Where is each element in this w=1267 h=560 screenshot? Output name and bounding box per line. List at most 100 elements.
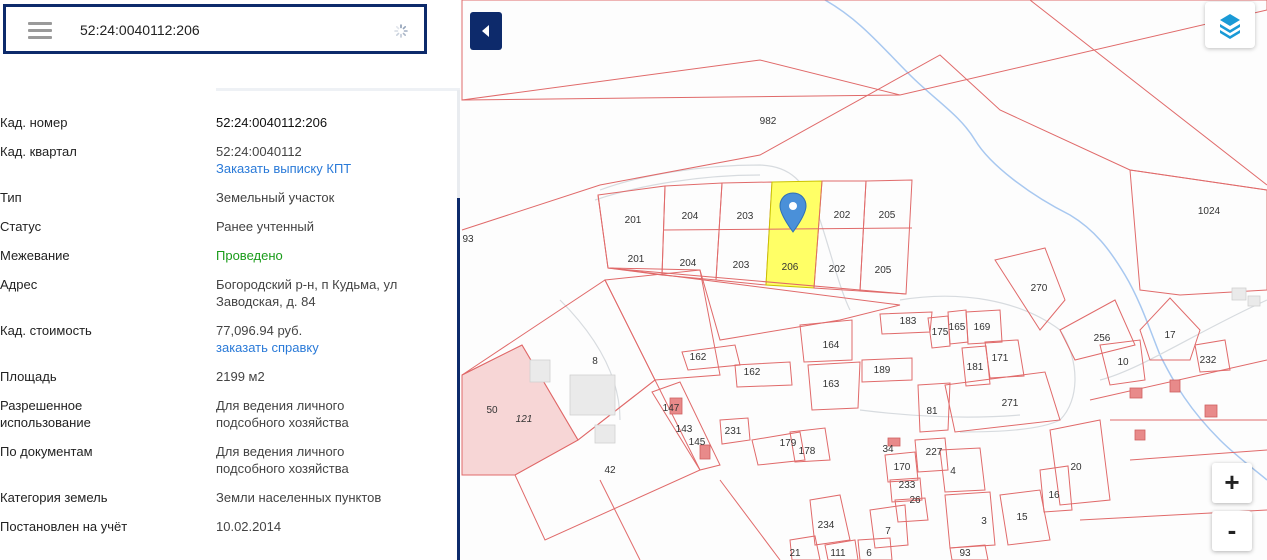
plot-label: 234 [818, 520, 835, 531]
plot-label: 162 [690, 352, 707, 363]
plot-label: 204 [682, 211, 699, 222]
plot-label: 3 [981, 516, 987, 527]
detail-value: Проведено [216, 248, 283, 263]
info-panel: Кад. номер 52:24:0040112:206 Кад. кварта… [0, 0, 460, 560]
plot-label: 202 [834, 210, 851, 221]
plot-label: 233 [899, 480, 916, 491]
plot-label: 7 [885, 526, 891, 537]
plot-label: 164 [823, 340, 840, 351]
plot-6 [857, 537, 893, 560]
plot-label: 175 [932, 327, 949, 338]
detail-value: Земли населенных пунктов [216, 490, 382, 505]
detail-label: Разрешенное использование [0, 398, 91, 430]
plot-label: 121 [516, 414, 533, 425]
plot-labels: 982 1024 93 201 204 203 206 202 205 270 … [462, 116, 1220, 559]
collapse-panel-button[interactable] [470, 12, 502, 50]
plot-label: 81 [926, 406, 938, 417]
plot-label: 205 [875, 265, 892, 276]
detail-label: Межевание [0, 248, 70, 263]
plot-label: 206 [782, 262, 799, 273]
order-certificate-link[interactable]: заказать справку [216, 339, 436, 356]
detail-value: Ранее учтенный [216, 219, 314, 234]
detail-value-block: 77,096.94 руб. заказать справку [216, 322, 436, 356]
river [824, 0, 1267, 481]
order-kpt-link[interactable]: Заказать выписку КПТ [216, 160, 436, 177]
detail-value: 77,096.94 руб. [216, 323, 303, 338]
plot-label: 4 [950, 466, 956, 477]
plot-label: 202 [829, 264, 846, 275]
plot-label: 189 [874, 365, 891, 376]
plot-label: 204 [680, 258, 697, 269]
plot-982 [461, 0, 1267, 101]
plot-label: 171 [992, 353, 1009, 364]
detail-value: Богородский р-н, п Кудьма, ул Заводская,… [216, 277, 398, 309]
plot-label: 270 [1031, 283, 1048, 294]
plot-label: 227 [926, 447, 943, 458]
plot-label: 93 [959, 548, 971, 559]
plot-label: 232 [1200, 355, 1217, 366]
detail-value: 52:24:0040112 [216, 144, 302, 159]
detail-value: Для ведения личного подсобного хозяйства [216, 444, 349, 476]
plot-label: 203 [733, 260, 750, 271]
plot-256 [1059, 299, 1136, 361]
plot-label: 50 [486, 405, 498, 416]
map-view[interactable]: 982 1024 93 201 204 203 206 202 205 270 … [460, 0, 1267, 560]
plot-label: 17 [1164, 330, 1176, 341]
chevron-left-icon [482, 25, 489, 37]
zoom-in-button[interactable]: + [1212, 463, 1252, 503]
zoom-out-button[interactable]: - [1212, 511, 1252, 551]
detail-label: Тип [0, 190, 22, 205]
roads [559, 164, 1267, 433]
search-input[interactable] [80, 17, 360, 43]
plot-label: 169 [974, 322, 991, 333]
plot-label: 143 [676, 424, 693, 435]
detail-label: Площадь [0, 369, 57, 384]
plot-1024 [1129, 169, 1267, 296]
plot-label: 20 [1070, 462, 1082, 473]
detail-value: Земельный участок [216, 190, 335, 205]
plot-label: 982 [760, 116, 777, 127]
layers-button[interactable] [1205, 2, 1255, 48]
plot-label: 111 [830, 548, 846, 559]
plot-label: 34 [882, 444, 894, 455]
plot-label: 26 [909, 495, 921, 506]
plot-label: 163 [823, 379, 840, 390]
plot-label: 205 [879, 210, 896, 221]
plot-label: 178 [799, 446, 816, 457]
detail-value: Для ведения личного подсобного хозяйства [216, 398, 349, 430]
detail-label: Категория земель [0, 490, 108, 505]
plot-label: 203 [737, 211, 754, 222]
detail-label: Кад. квартал [0, 144, 77, 159]
plot-label: 165 [949, 322, 966, 333]
plot-label: 16 [1048, 490, 1060, 501]
plot-label: 145 [689, 437, 706, 448]
plot-label: 93 [462, 234, 474, 245]
detail-label: Кад. стоимость [0, 323, 92, 338]
menu-icon[interactable] [26, 19, 54, 41]
tab-bar [0, 88, 460, 91]
plot-label: 256 [1094, 333, 1111, 344]
cadastral-map[interactable]: 982 1024 93 201 204 203 206 202 205 270 … [460, 0, 1267, 560]
plot-8 [604, 269, 721, 381]
detail-value: 2199 м2 [216, 369, 265, 384]
plot-label: 8 [592, 356, 598, 367]
plot-boundaries [461, 0, 1267, 560]
detail-label: Постановлен на учёт [0, 519, 128, 534]
detail-label: Адрес [0, 277, 38, 292]
detail-value: 52:24:0040112:206 [216, 115, 328, 130]
plot-label: 183 [900, 316, 917, 327]
plot-label: 42 [604, 465, 616, 476]
plot-label: 201 [625, 215, 642, 226]
plot-label: 10 [1117, 357, 1129, 368]
plot-179 [751, 431, 806, 466]
detail-value: 10.02.2014 [216, 519, 282, 534]
detail-value-block: 52:24:0040112 Заказать выписку КПТ [216, 143, 436, 177]
plot-label: 15 [1016, 512, 1028, 523]
detail-label: Кад. номер [0, 115, 68, 130]
plot-label: 179 [780, 438, 797, 449]
loading-spinner-icon [394, 24, 408, 38]
plot-label: 181 [967, 362, 984, 373]
plot-label: 21 [789, 548, 801, 559]
plot-label: 170 [894, 462, 911, 473]
search-box [3, 4, 427, 54]
